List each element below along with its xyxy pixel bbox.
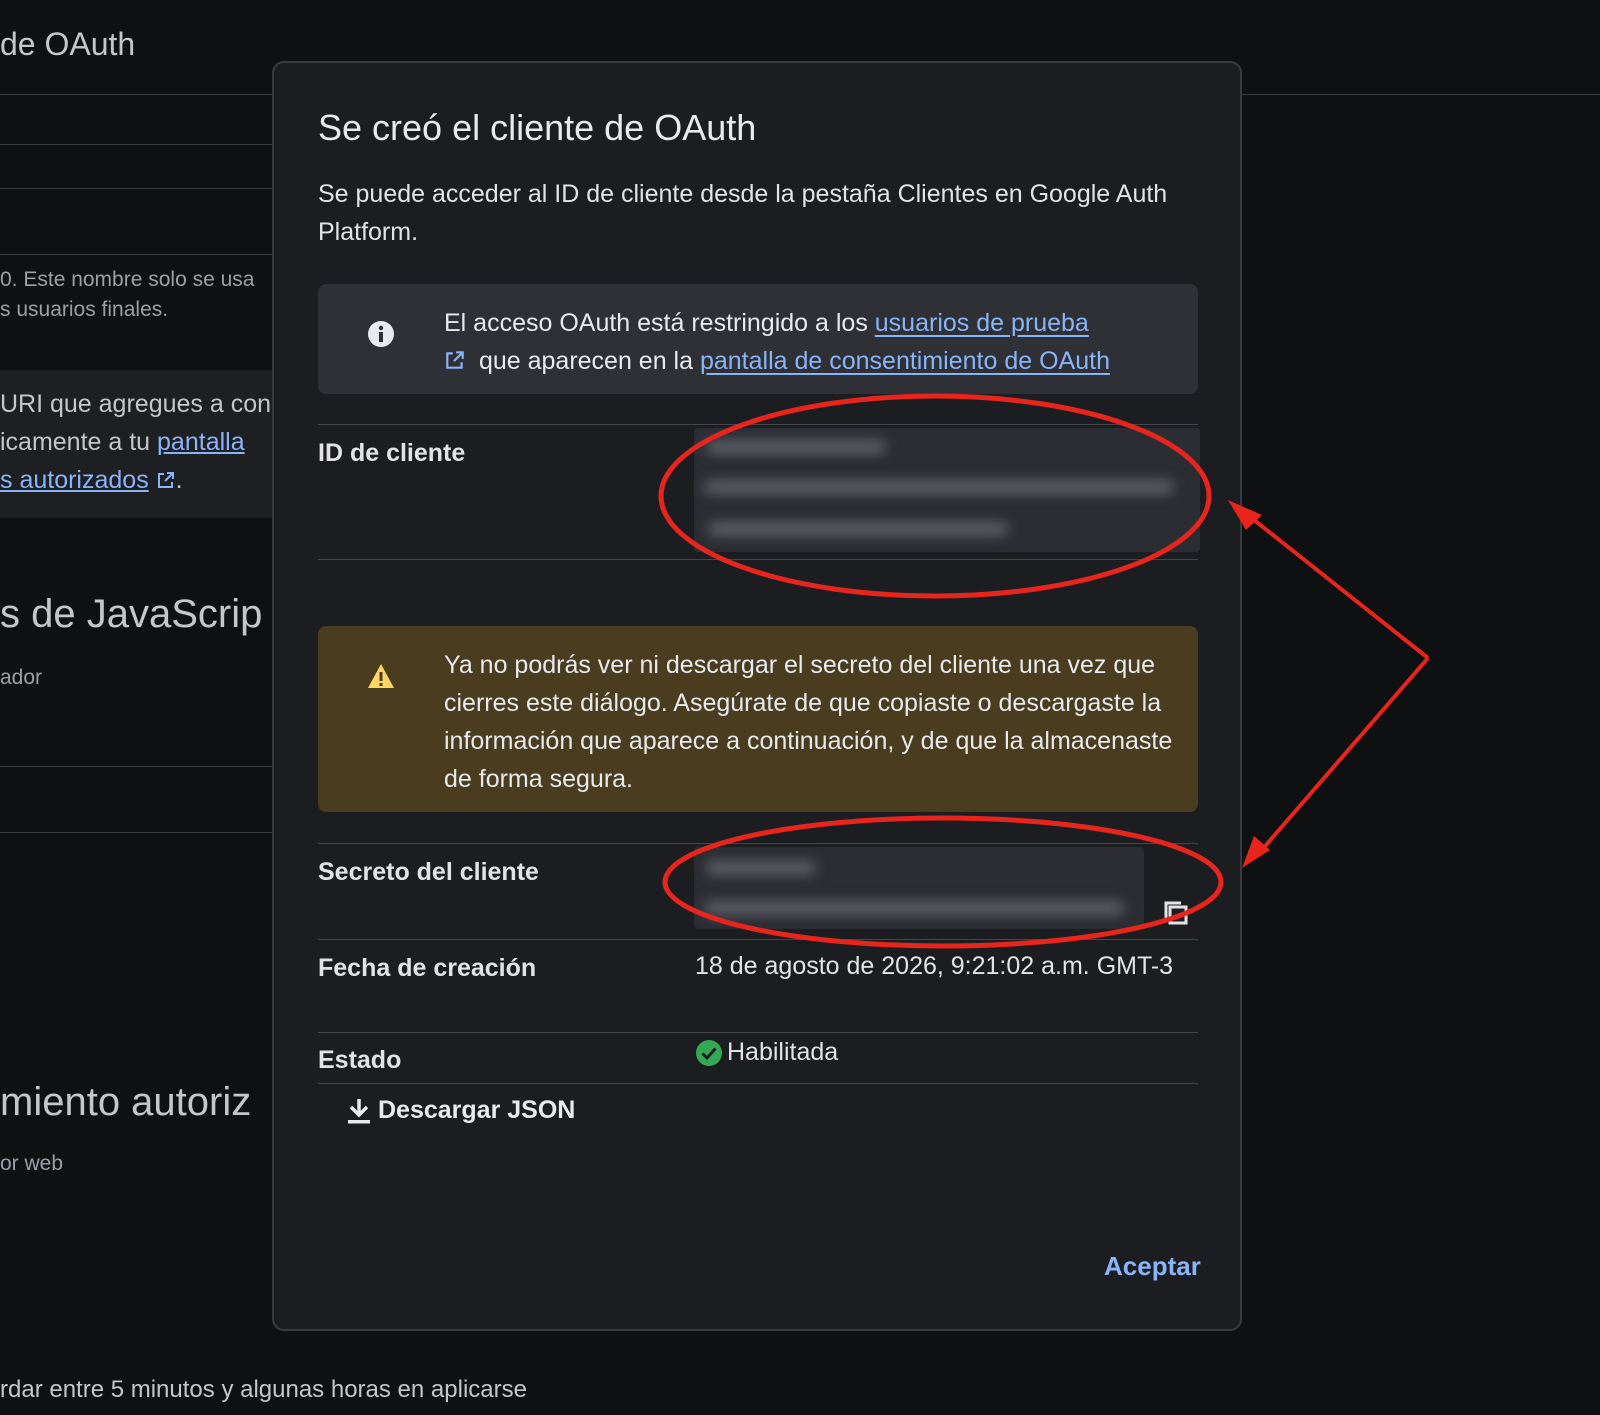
download-icon [348, 1098, 370, 1123]
field-divider [0, 188, 272, 189]
field-divider [0, 254, 272, 255]
footer-note: rdar entre 5 minutos y algunas horas en … [0, 1376, 527, 1403]
client-id-value-redacted[interactable] [694, 428, 1200, 552]
client-id-label: ID de cliente [318, 439, 466, 467]
accept-button[interactable]: Aceptar [1104, 1251, 1201, 1282]
client-secret-label: Secreto del cliente [318, 858, 539, 886]
js-origins-sub: ador [0, 666, 43, 689]
name-hint: 0. Este nombre solo se usa [0, 268, 255, 291]
info-banner: El acceso OAuth está restringido a los u… [318, 284, 1198, 394]
warning-banner-text: Ya no podrás ver ni descargar el secreto… [444, 651, 1173, 793]
arrow-line-bottom [1258, 656, 1430, 854]
redirect-uris-sub: or web [0, 1152, 64, 1175]
check-circle-icon [696, 1039, 722, 1066]
warning-banner: Ya no podrás ver ni descargar el secreto… [318, 626, 1198, 812]
row-divider [318, 939, 1198, 940]
arrow-head-bottom [1242, 836, 1270, 868]
status-text: Habilitada [727, 1038, 839, 1066]
row-divider [318, 1083, 1198, 1084]
background-info-box: URI que agregues a con icamente a tu pan… [0, 370, 272, 518]
download-json-button[interactable]: Descargar JSON [346, 1096, 575, 1125]
download-json-label: Descargar JSON [378, 1096, 576, 1124]
info-text: icamente a tu pantalla [0, 428, 245, 457]
creation-date-label: Fecha de creación [318, 954, 537, 982]
field-divider [0, 832, 272, 833]
copy-icon[interactable] [1162, 899, 1190, 927]
info-text: s autorizados . [0, 466, 183, 495]
oauth-client-created-dialog: Se creó el cliente de OAuth Se puede acc… [272, 61, 1242, 1331]
info-banner-text: El acceso OAuth está restringido a los u… [444, 304, 1174, 380]
consent-screen-link[interactable]: pantalla [157, 428, 245, 456]
creation-date-value: 18 de agosto de 2026, 9:21:02 a.m. GMT-3 [695, 952, 1174, 980]
status-label: Estado [318, 1046, 402, 1074]
status-value: Habilitada [695, 1038, 838, 1067]
info-banner-middle: que aparecen en la [472, 347, 700, 375]
consent-screen-link[interactable]: pantalla de consentimiento de OAuth [700, 347, 1110, 375]
info-text: URI que agregues a con [0, 390, 272, 418]
authorized-link[interactable]: s autorizados [0, 466, 149, 494]
page-title: de OAuth [0, 26, 136, 62]
external-link-icon [446, 351, 464, 369]
warning-icon [368, 664, 394, 688]
info-banner-prefix: El acceso OAuth está restringido a los [444, 309, 875, 337]
info-text-prefix: icamente a tu [0, 428, 158, 456]
field-divider [0, 766, 272, 767]
row-divider [318, 1032, 1198, 1033]
dialog-title: Se creó el cliente de OAuth [318, 107, 757, 148]
row-divider [318, 843, 1198, 844]
arrow-line-top [1242, 510, 1430, 660]
js-origins-heading: s de JavaScrip [0, 592, 263, 636]
info-text-suffix: . [175, 466, 183, 494]
dialog-description: Se puede acceder al ID de cliente desde … [318, 180, 1168, 246]
name-hint: s usuarios finales. [0, 298, 169, 321]
info-icon [368, 321, 394, 347]
row-divider [318, 424, 1198, 425]
redirect-uris-heading: miento autoriz [0, 1080, 252, 1124]
external-link-icon [157, 472, 174, 488]
row-divider [318, 559, 1198, 560]
field-divider [0, 144, 272, 145]
client-secret-value-redacted[interactable] [694, 847, 1144, 929]
test-users-link[interactable]: usuarios de prueba [875, 309, 1089, 337]
